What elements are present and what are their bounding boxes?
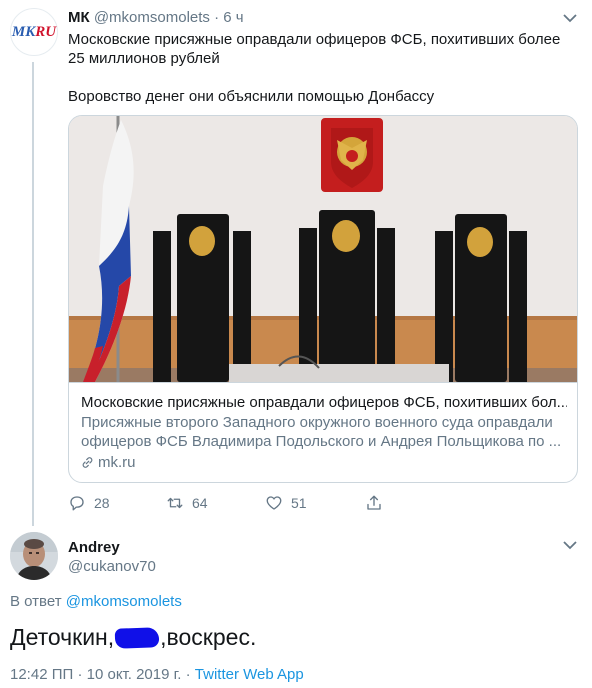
author-name[interactable]: МК <box>68 9 90 26</box>
retweet-count: 64 <box>192 495 208 511</box>
meta-separator: · <box>185 666 191 683</box>
share-icon <box>367 495 381 510</box>
chevron-down-icon[interactable] <box>563 13 577 23</box>
author-handle[interactable]: @mkomsomolets <box>94 9 210 26</box>
tweet-header: МК @mkomsomolets · 6 ч <box>68 9 244 26</box>
tweet-text-line: Воровство денег они объяснили помощью До… <box>68 88 435 105</box>
tweet-time[interactable]: 6 ч <box>223 9 243 26</box>
action-bar: 28 64 51 <box>68 492 488 514</box>
reply-icon <box>70 496 84 511</box>
reply-button[interactable]: 28 <box>68 494 110 512</box>
meta-separator: · <box>77 666 83 683</box>
link-card[interactable]: Московские присяжные оправдали офицеров … <box>68 115 578 483</box>
like-count: 51 <box>291 495 307 511</box>
reply-text-before: Деточкин, <box>10 624 115 650</box>
reply-text-after: ,воскрес. <box>160 624 257 650</box>
retweet-button[interactable]: 64 <box>166 494 208 512</box>
tweet-timestamp[interactable]: 12:42 ПП <box>10 666 73 683</box>
header-separator: · <box>214 9 220 26</box>
retweet-icon <box>167 497 183 509</box>
card-domain: mk.ru <box>81 453 567 472</box>
reply-author-handle[interactable]: @cukanov70 <box>68 558 156 575</box>
avatar-logo-mk: MK <box>11 23 36 40</box>
chevron-down-icon[interactable] <box>563 540 577 550</box>
reply-to-link[interactable]: @mkomsomolets <box>66 593 182 610</box>
like-icon <box>266 496 282 510</box>
card-description: Присяжные второго Западного окружного во… <box>81 414 562 450</box>
card-image <box>69 116 577 382</box>
thread-line <box>32 62 34 526</box>
like-button[interactable]: 51 <box>265 494 307 512</box>
reply-text: Деточкин, ,воскрес. <box>10 623 256 651</box>
card-domain-text: mk.ru <box>98 454 136 471</box>
reply-count: 28 <box>94 495 110 511</box>
link-icon <box>82 457 93 468</box>
tweet-date[interactable]: 10 окт. 2019 г. <box>87 666 182 683</box>
tweet-meta: 12:42 ПП · 10 окт. 2019 г. · Twitter Web… <box>10 666 304 683</box>
reply-author-name[interactable]: Andrey <box>68 539 120 556</box>
reply-prefix: В ответ <box>10 593 62 610</box>
tweet-text: Московские присяжные оправдали офицеров … <box>68 30 578 106</box>
mk-avatar[interactable]: MK RU <box>10 8 58 56</box>
source-app-link[interactable]: Twitter Web App <box>195 666 304 683</box>
share-button[interactable] <box>365 494 383 512</box>
card-body: Московские присяжные оправдали офицеров … <box>69 382 577 482</box>
tweet-text-line: Московские присяжные оправдали офицеров … <box>68 31 561 67</box>
avatar[interactable] <box>10 532 58 580</box>
reply-context: В ответ @mkomsomolets <box>10 593 182 610</box>
avatar-image <box>10 532 58 580</box>
card-title: Московские присяжные оправдали офицеров … <box>81 394 567 411</box>
redaction-scribble <box>114 627 160 649</box>
avatar-logo-ru: RU <box>35 23 57 40</box>
